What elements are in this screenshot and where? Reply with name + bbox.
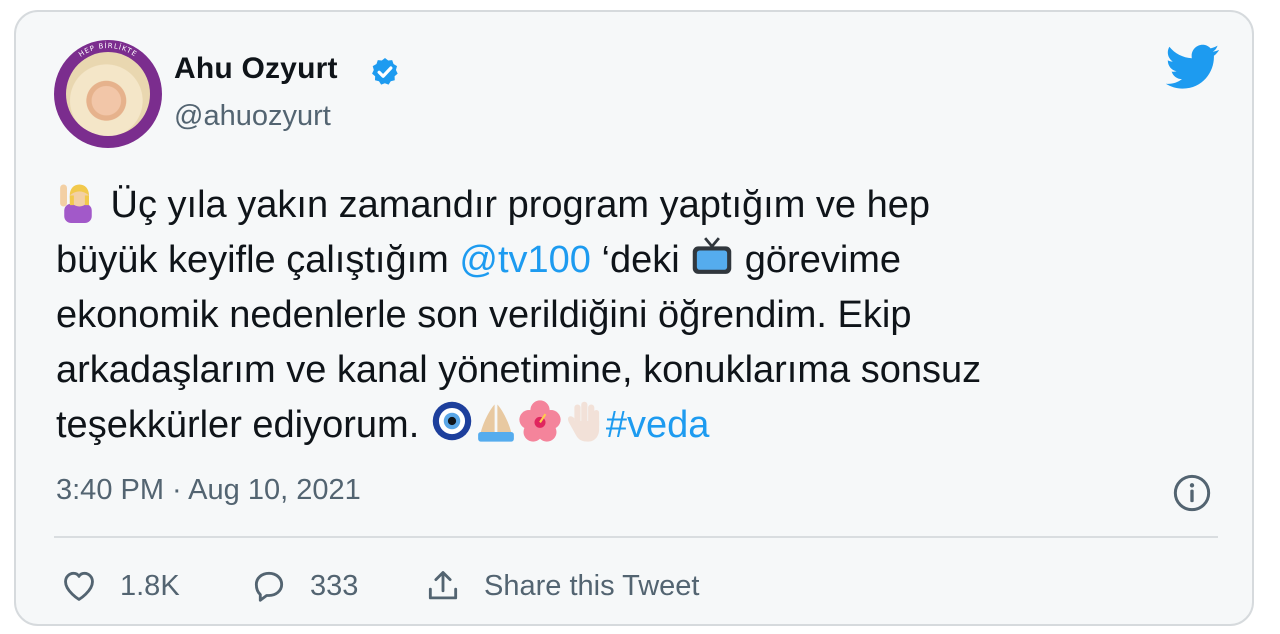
twitter-bird-icon[interactable] bbox=[1166, 44, 1220, 90]
tweet-link[interactable]: #veda bbox=[606, 404, 710, 446]
tweet-text: Üç yıla yakın zamandır program yaptığım … bbox=[56, 178, 1236, 453]
author-handle[interactable]: @ahuozyurt bbox=[174, 100, 331, 133]
share-icon bbox=[428, 571, 458, 600]
like-count: 1.8K bbox=[120, 569, 180, 602]
tweet-text-segment: büyük keyifle çalıştığım bbox=[56, 239, 460, 281]
nazar-amulet-emoji bbox=[430, 399, 474, 443]
tweet-line: teşekkürler ediyorum. #veda bbox=[56, 398, 1236, 453]
tweet-text-segment: ekonomik nedenlerle son verildiğini öğre… bbox=[56, 294, 912, 336]
tweet-line: ekonomik nedenlerle son verildiğini öğre… bbox=[56, 288, 1236, 343]
share-button[interactable]: Share this Tweet bbox=[424, 564, 699, 608]
avatar-photo bbox=[66, 52, 150, 136]
tweet-line: Üç yıla yakın zamandır program yaptığım … bbox=[56, 178, 1236, 233]
divider bbox=[54, 536, 1218, 538]
reply-icon bbox=[254, 571, 284, 602]
tweet-text-segment: teşekkürler ediyorum. bbox=[56, 404, 430, 446]
author-name[interactable]: Ahu Ozyurt bbox=[174, 52, 338, 86]
heart-icon bbox=[64, 571, 94, 601]
tweet-line: büyük keyifle çalıştığım @tv100 ‘deki gö… bbox=[56, 233, 1236, 288]
reply-count: 333 bbox=[310, 569, 359, 602]
tweet-text-segment: ‘deki bbox=[590, 239, 691, 281]
info-icon[interactable] bbox=[1172, 473, 1212, 513]
tweet-text-segment: Üç yıla yakın zamandır program yaptığım … bbox=[100, 184, 931, 226]
share-label: Share this Tweet bbox=[484, 569, 700, 602]
like-button[interactable]: 1.8K bbox=[60, 564, 180, 608]
tweet-text-segment: görevime bbox=[734, 239, 902, 281]
tweet-line: arkadaşlarım ve kanal yönetimine, konukl… bbox=[56, 343, 1236, 398]
tweet-text-segment: arkadaşlarım ve kanal yönetimine, konukl… bbox=[56, 349, 982, 391]
woman-raising-hand-emoji bbox=[56, 179, 100, 223]
television-emoji bbox=[690, 234, 734, 278]
tweet-card[interactable]: HEP BİRLİKTE Ahu Ozyurt @ahuozyurt Üç yı… bbox=[14, 10, 1254, 626]
folded-hands-emoji bbox=[474, 399, 518, 443]
avatar[interactable]: HEP BİRLİKTE bbox=[54, 40, 162, 148]
reply-button[interactable]: 333 bbox=[250, 564, 358, 608]
tweet-link[interactable]: @tv100 bbox=[459, 239, 591, 281]
hibiscus-emoji bbox=[518, 399, 562, 443]
raised-hand-emoji bbox=[562, 399, 606, 443]
verified-badge-icon bbox=[372, 58, 398, 85]
tweet-timestamp[interactable]: 3:40 PM · Aug 10, 2021 bbox=[56, 474, 361, 507]
